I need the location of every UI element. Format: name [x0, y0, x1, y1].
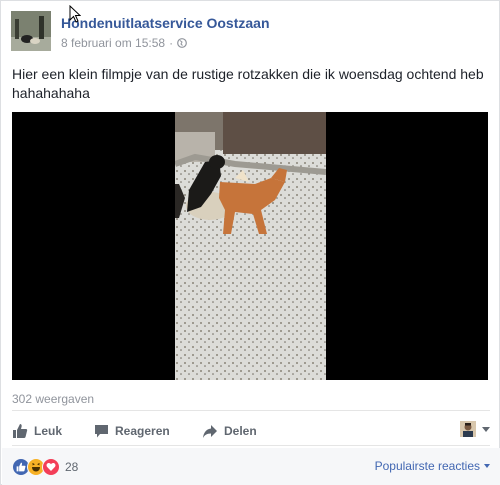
mouse-cursor-icon	[69, 5, 81, 23]
post-meta: 8 februari om 15:58 ·	[61, 36, 187, 50]
viewer-avatar	[460, 421, 476, 437]
chevron-down-icon	[482, 426, 490, 432]
video-player[interactable]	[12, 112, 488, 380]
comment-label: Reageren	[115, 424, 170, 438]
globe-icon[interactable]	[177, 38, 187, 48]
page-name-link[interactable]: Hondenuitlaatservice Oostzaan	[61, 15, 270, 31]
viewer-selector[interactable]	[460, 421, 490, 437]
divider-bottom	[12, 445, 490, 446]
thumbs-up-icon	[13, 424, 28, 438]
share-button[interactable]: Delen	[202, 417, 257, 445]
love-icon	[42, 458, 60, 476]
share-label: Delen	[224, 424, 257, 438]
page-avatar[interactable]	[11, 11, 51, 51]
reaction-count: 28	[65, 460, 79, 474]
reaction-summary[interactable]: 28	[12, 458, 78, 476]
top-reactions-dropdown[interactable]: Populairste reacties	[375, 459, 490, 473]
top-reactions-label: Populairste reacties	[374, 459, 480, 473]
comment-button[interactable]: Reageren	[94, 417, 170, 445]
post-text: Hier een klein filmpje van de rustige ro…	[12, 66, 484, 101]
meta-separator: ·	[169, 36, 174, 50]
divider-top	[12, 410, 490, 411]
comment-icon	[95, 424, 108, 437]
post-card: Hondenuitlaatservice Oostzaan 8 februari…	[0, 0, 500, 485]
like-button[interactable]: Leuk	[12, 417, 62, 445]
share-arrow-icon	[203, 424, 217, 438]
view-count: 302 weergaven	[12, 392, 95, 406]
chevron-down-icon	[484, 464, 490, 468]
video-frame	[175, 112, 326, 380]
action-bar: Leuk Reageren Delen	[12, 417, 490, 445]
like-label: Leuk	[34, 424, 63, 438]
reactions-footer: 28 Populairste reacties	[2, 448, 500, 485]
timestamp-link[interactable]: 8 februari om 15:58	[61, 36, 165, 50]
